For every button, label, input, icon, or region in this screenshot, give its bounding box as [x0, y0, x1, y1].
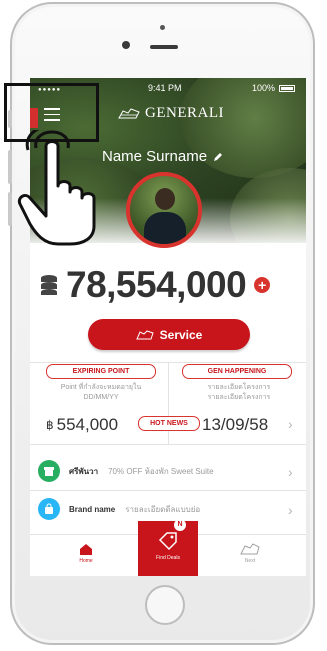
chevron-right-icon[interactable]: ›	[288, 464, 293, 480]
volume-down-button	[8, 192, 12, 226]
earpiece-speaker	[150, 45, 178, 49]
gen-happening-date[interactable]: 13/09/58	[202, 415, 268, 435]
gen-happening-pill: GEN HAPPENING	[182, 364, 292, 379]
news-item-desc: รายละเอียดดีลแบบย่อ	[125, 504, 201, 514]
lion-logo-icon	[118, 107, 140, 118]
home-icon	[80, 544, 92, 555]
tab-home[interactable]: Home	[56, 543, 116, 564]
lion-logo-icon	[135, 329, 154, 339]
news-item-title: ศรีพันวา	[69, 466, 99, 476]
chevron-right-icon[interactable]: ›	[288, 502, 293, 518]
tab-find-deals[interactable]: N Find Deals	[138, 519, 198, 576]
proximity-sensor	[160, 25, 165, 30]
points-balance: 78,554,000 +	[40, 264, 271, 306]
service-button-label: Service	[159, 327, 203, 342]
hot-news-pill: HOT NEWS	[138, 416, 200, 431]
avatar[interactable]	[126, 172, 202, 248]
bag-icon	[38, 498, 60, 520]
tab-find-deals-label: Find Deals	[156, 555, 180, 561]
tab-next[interactable]: Next	[220, 543, 280, 564]
expiring-point-pill: EXPIRING POINT	[46, 364, 156, 379]
tab-bar: Home N Find Deals Next	[30, 519, 306, 576]
points-value: 78,554,000	[66, 264, 247, 305]
front-camera	[122, 41, 130, 49]
volume-up-button	[8, 150, 12, 184]
lion-logo-icon	[240, 543, 260, 555]
discount-tag-icon	[158, 532, 177, 551]
coin-stack-icon	[41, 275, 57, 295]
news-item-desc: 70% OFF ห้องพัก Sweet Suite	[108, 466, 214, 476]
gen-happening-description: รายละเอียดโครงการ รายละเอียดโครงการ	[207, 384, 271, 401]
home-button[interactable]	[145, 585, 185, 625]
battery-icon	[279, 85, 295, 92]
brand-logo: GENERALI	[118, 105, 224, 122]
profile-name-row[interactable]: Name Surname	[102, 148, 223, 165]
expiring-points-value[interactable]: ฿ 554,000	[46, 415, 118, 435]
tap-gesture-hand-icon	[17, 130, 96, 246]
battery-percent: 100%	[252, 83, 276, 93]
chevron-right-icon[interactable]: ›	[288, 416, 293, 432]
tab-home-label: Home	[79, 558, 93, 564]
expiring-description: Point ที่กำลังจะหมดอายุใน DD/MM/YY	[60, 384, 142, 401]
status-time: 9:41 PM	[148, 83, 182, 93]
profile-name: Name Surname	[102, 148, 208, 165]
news-item-title: Brand name	[69, 504, 116, 514]
deals-badge: N	[174, 519, 186, 531]
news-item-1[interactable]: ศรีพันวา 70% OFF ห้องพัก Sweet Suite	[30, 453, 306, 489]
column-divider	[168, 363, 169, 445]
shop-icon	[38, 460, 60, 482]
tab-next-label: Next	[244, 558, 256, 564]
brand-name: GENERALI	[145, 105, 224, 121]
add-points-icon[interactable]: +	[254, 277, 271, 293]
hot-news-divider	[30, 444, 306, 445]
point-symbol-icon: ฿	[46, 418, 54, 432]
edit-pencil-icon[interactable]	[213, 152, 223, 162]
service-button[interactable]: Service	[88, 319, 250, 350]
